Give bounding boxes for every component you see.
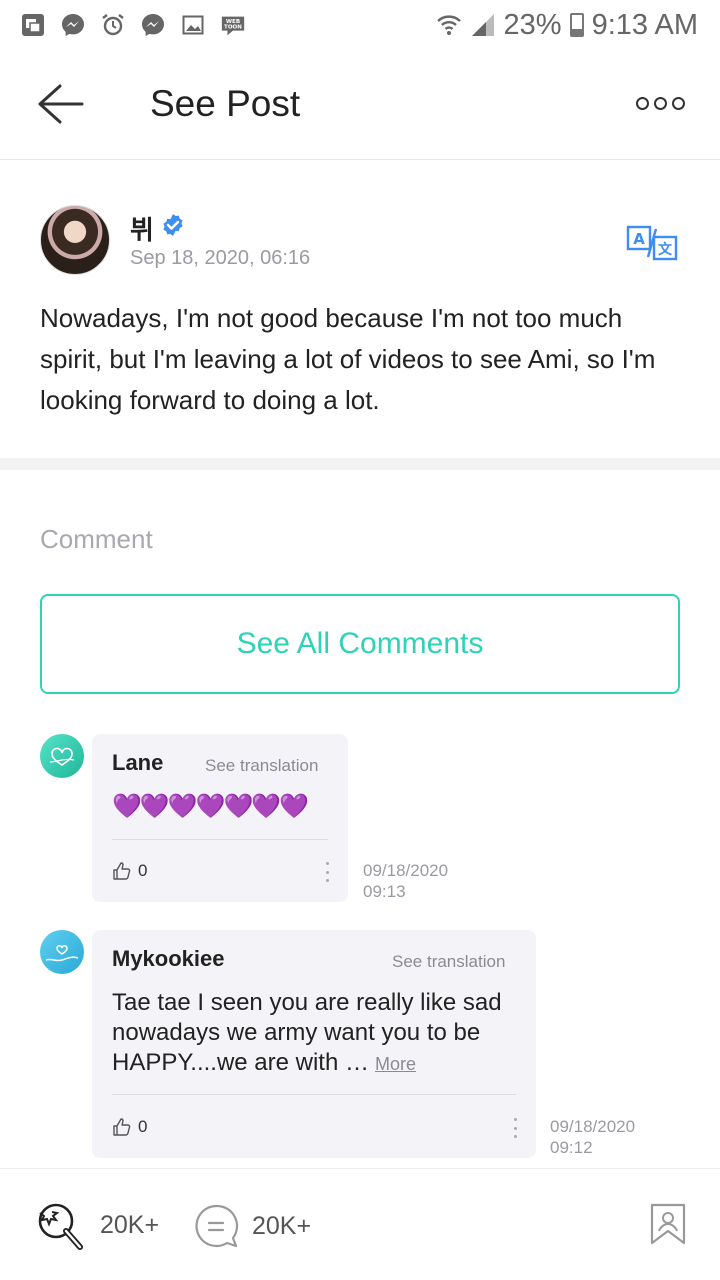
bookmark-icon — [650, 1203, 686, 1245]
like-count: 0 — [138, 1117, 148, 1136]
comment-time: 09:13 — [363, 882, 406, 901]
comment-bubble-icon — [195, 1204, 239, 1248]
gallery-notification-icon — [20, 12, 46, 38]
post: 뷔 Sep 18, 2020, 06:16 A 文 Nowadays, I'm … — [0, 160, 720, 458]
comment-text: Tae tae I seen you are really like sad n… — [112, 988, 512, 1079]
comment-text-content: Tae tae I seen you are really like sad n… — [112, 989, 502, 1076]
avatar-heart-icon — [40, 930, 84, 974]
comment-timestamp: 09/18/2020 09:13 — [363, 860, 448, 902]
like-count: 0 — [138, 861, 148, 880]
back-arrow-icon — [38, 84, 84, 124]
page-title: See Post — [150, 83, 301, 124]
see-all-comments-button[interactable]: See All Comments — [40, 594, 680, 694]
post-date: Sep 18, 2020, 06:16 — [130, 247, 311, 269]
dot-icon — [513, 1118, 517, 1121]
svg-text:A: A — [633, 230, 645, 248]
system-status: 23% 9:13 AM — [436, 9, 698, 42]
messenger-icon-2 — [140, 12, 166, 38]
back-button[interactable] — [36, 82, 84, 126]
comment-bubble: Lane See translation 💜💜💜💜💜💜💜 0 — [92, 734, 348, 902]
comment-time: 09:12 — [550, 1138, 593, 1157]
avatar-heart-icon — [40, 734, 84, 778]
svg-text:文: 文 — [658, 241, 673, 258]
comment-divider — [112, 839, 328, 840]
svg-text:TOON: TOON — [224, 25, 242, 31]
comment-text: 💜💜💜💜💜💜💜 — [112, 793, 309, 820]
battery-icon — [569, 13, 584, 37]
commenter-name[interactable]: Lane — [112, 750, 163, 776]
translate-button[interactable]: A 文 — [626, 225, 678, 261]
see-translation-link[interactable]: See translation — [392, 952, 505, 972]
dot-icon — [636, 96, 649, 110]
comment-timestamp: 09/18/2020 09:12 — [550, 1116, 635, 1158]
post-text: Nowadays, I'm not good because I'm not t… — [40, 303, 656, 415]
comment-like-button[interactable]: 0 — [112, 1117, 147, 1137]
comment-count: 20K+ — [252, 1211, 312, 1240]
comment-divider — [112, 1094, 516, 1095]
more-options-button[interactable] — [636, 94, 686, 112]
comment-menu-button[interactable] — [324, 862, 330, 882]
notification-icons: WEB TOON — [20, 12, 246, 38]
dot-icon — [513, 1126, 517, 1130]
thumbs-up-icon — [113, 862, 131, 880]
commenter-name[interactable]: Mykookiee — [112, 946, 225, 972]
see-translation-link[interactable]: See translation — [205, 756, 318, 776]
more-link[interactable]: More — [375, 1054, 416, 1074]
wifi-icon — [436, 15, 461, 35]
comment-section-label: Comment — [40, 524, 153, 554]
author-avatar[interactable] — [40, 205, 110, 275]
status-bar: WEB TOON 23% 9:13 AM — [0, 0, 720, 50]
comment-button[interactable]: 20K+ — [194, 1203, 311, 1249]
section-divider — [0, 458, 720, 470]
weverse-like-icon — [38, 1203, 83, 1250]
thumbs-up-icon — [113, 1118, 131, 1136]
translate-icon: A 文 — [626, 225, 678, 261]
dot-icon — [654, 96, 667, 110]
image-icon — [180, 12, 206, 38]
like-button[interactable]: 20K+ — [32, 1199, 159, 1251]
app-bar: See Post — [0, 50, 720, 160]
comment-like-button[interactable]: 0 — [112, 861, 147, 881]
dot-icon — [325, 879, 329, 882]
messenger-icon — [60, 12, 86, 38]
webtoon-icon: WEB TOON — [220, 12, 246, 38]
verified-badge-icon — [163, 214, 183, 236]
bottom-action-bar: 20K+ 20K+ — [0, 1168, 720, 1280]
author-name[interactable]: 뷔 — [130, 210, 154, 247]
dot-icon — [513, 1135, 517, 1138]
like-count: 20K+ — [100, 1210, 160, 1239]
dot-icon — [325, 862, 329, 865]
commenter-avatar[interactable] — [40, 734, 84, 778]
dot-icon — [325, 870, 329, 874]
clock: 9:13 AM — [591, 8, 698, 41]
dot-icon — [672, 96, 685, 110]
comment-menu-button[interactable] — [512, 1118, 518, 1138]
battery-percent: 23% — [503, 8, 562, 41]
signal-icon — [471, 14, 494, 36]
comment-date: 09/18/2020 — [550, 1117, 636, 1136]
commenter-avatar[interactable] — [40, 930, 84, 974]
comment-bubble: Mykookiee See translation Tae tae I seen… — [92, 930, 536, 1158]
alarm-icon — [100, 12, 126, 38]
comment-date: 09/18/2020 — [363, 861, 449, 880]
bookmark-button[interactable] — [650, 1203, 686, 1245]
